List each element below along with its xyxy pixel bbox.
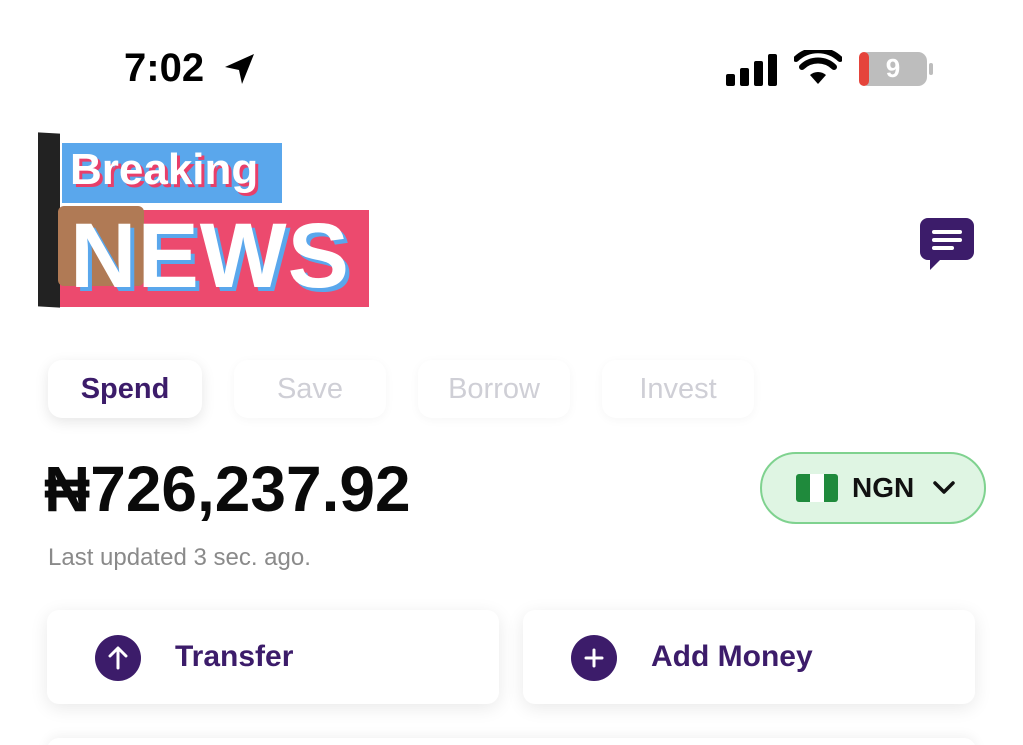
tab-save[interactable]: Save: [234, 360, 386, 418]
cellular-signal-icon: [726, 54, 777, 86]
location-arrow-icon: [225, 54, 254, 84]
add-money-button[interactable]: Add Money: [523, 610, 975, 704]
chat-bubble-icon[interactable]: [918, 216, 976, 272]
news-label: NEWS: [70, 205, 350, 307]
battery-level: 9: [885, 53, 901, 83]
chevron-down-icon: [933, 481, 955, 494]
breaking-news-bar: [38, 132, 60, 308]
tab-spend[interactable]: Spend: [48, 360, 202, 418]
nigeria-flag-icon: [796, 474, 838, 502]
tab-borrow[interactable]: Borrow: [418, 360, 570, 418]
wifi-icon: [794, 50, 842, 84]
transfer-button[interactable]: Transfer: [47, 610, 499, 704]
arrow-up-icon: [95, 635, 141, 681]
balance-amount: ₦726,237.92: [44, 453, 411, 525]
currency-code: NGN: [852, 472, 915, 503]
add-money-label: Add Money: [651, 640, 813, 673]
currency-selector[interactable]: NGN: [760, 452, 986, 524]
status-time: 7:02: [124, 46, 205, 90]
breaking-label: Breaking: [70, 145, 259, 194]
transfer-label: Transfer: [175, 640, 294, 673]
tab-invest[interactable]: Invest: [602, 360, 754, 418]
next-card: [47, 738, 976, 745]
last-updated-text: Last updated 3 sec. ago.: [48, 544, 311, 571]
plus-icon: [571, 635, 617, 681]
